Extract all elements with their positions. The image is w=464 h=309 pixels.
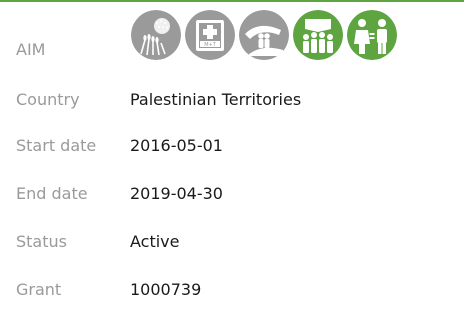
- protection-icon[interactable]: [239, 10, 289, 60]
- field-row-start-date: Start date 2016-05-01: [0, 124, 464, 172]
- field-row-status: Status Active: [0, 220, 464, 268]
- svg-text:M+T: M+T: [204, 42, 217, 48]
- end-date-value: 2019-04-30: [130, 184, 223, 203]
- community-icon[interactable]: [293, 10, 343, 60]
- aim-label: AIM: [16, 40, 46, 59]
- gender-equality-icon[interactable]: [347, 10, 397, 60]
- field-row-grant: Grant 1000739: [0, 268, 464, 309]
- project-details-panel: AIM M+T Country Palestinian Territories …: [0, 0, 464, 309]
- agriculture-icon[interactable]: [131, 10, 181, 60]
- end-date-label: End date: [16, 184, 88, 203]
- grant-label: Grant: [16, 280, 62, 299]
- start-date-value: 2016-05-01: [130, 136, 223, 155]
- country-value: Palestinian Territories: [130, 90, 302, 109]
- health-kit-icon[interactable]: M+T: [185, 10, 235, 60]
- status-value: Active: [130, 232, 180, 251]
- top-accent-rule: [0, 0, 464, 2]
- grant-value: 1000739: [130, 280, 202, 299]
- country-label: Country: [16, 90, 80, 109]
- start-date-label: Start date: [16, 136, 97, 155]
- field-row-country: Country Palestinian Territories: [0, 76, 464, 124]
- status-label: Status: [16, 232, 67, 251]
- field-row-end-date: End date 2019-04-30: [0, 172, 464, 220]
